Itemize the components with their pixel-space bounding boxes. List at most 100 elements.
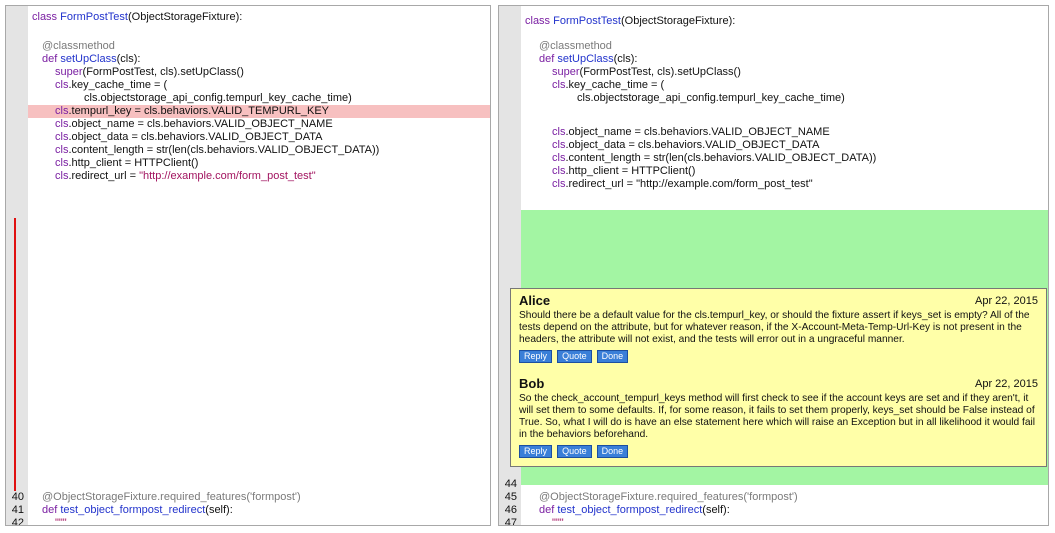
code-text: .redirect_url = <box>68 170 140 182</box>
comment-actions: Reply Quote Done <box>519 350 1038 363</box>
keyword: cls <box>55 170 69 182</box>
function-name: setUpClass <box>60 53 117 65</box>
line-number: 40 <box>11 491 24 503</box>
keyword: class <box>32 11 58 23</box>
code-text: (ObjectStorageFixture): <box>127 11 243 23</box>
comment-date: Apr 22, 2015 <box>975 295 1038 307</box>
code-line: @ObjectStorageFixture.required_features(… <box>539 491 1048 504</box>
comment: Bob Apr 22, 2015 So the check_account_te… <box>519 376 1038 458</box>
line-number: 47 <box>504 517 517 526</box>
code-text: .tempurl_key = cls.behaviors.VALID_TEMPU… <box>68 105 329 117</box>
code-line: cls.http_client = HTTPClient() <box>552 165 1048 178</box>
code-line: cls.object_name = cls.behaviors.VALID_OB… <box>552 126 1048 139</box>
keyword: cls <box>55 144 69 156</box>
code-line: super(FormPostTest, cls).setUpClass() <box>552 66 1048 79</box>
code-line: class FormPostTest(ObjectStorageFixture)… <box>32 11 490 24</box>
code-line: def test_object_formpost_redirect(self): <box>539 504 1048 517</box>
code-line: cls.content_length = str(len(cls.behavio… <box>552 152 1048 165</box>
code-text: "http://example.com/form_post_test" <box>636 178 813 190</box>
function-name: setUpClass <box>557 53 614 65</box>
code-text: .content_length = str(len(cls.behaviors.… <box>565 152 877 164</box>
decorator: @classmethod <box>539 40 612 52</box>
comment-text: Should there be a default value for the … <box>519 310 1030 345</box>
function-name: test_object_formpost_redirect <box>60 504 206 516</box>
keyword: class <box>525 15 551 27</box>
comment-author: Alice <box>519 293 551 308</box>
keyword: cls <box>55 118 69 130</box>
comment-actions: Reply Quote Done <box>519 445 1038 458</box>
decorator: @classmethod <box>42 40 115 52</box>
comment: Alice Apr 22, 2015 Should there be a def… <box>519 293 1038 363</box>
code-text: .object_name = cls.behaviors.VALID_OBJEC… <box>565 126 830 138</box>
deleted-code-line: cls.tempurl_key = cls.behaviors.VALID_TE… <box>28 105 490 118</box>
line-number: 45 <box>504 491 517 503</box>
keyword: def <box>539 53 555 65</box>
function-name: test_object_formpost_redirect <box>557 504 703 516</box>
code-line: class FormPostTest(ObjectStorageFixture)… <box>525 15 1048 28</box>
reply-button[interactable]: Reply <box>519 445 553 458</box>
code-text: .object_data = cls.behaviors.VALID_OBJEC… <box>565 139 820 151</box>
string-literal: """ <box>55 517 67 526</box>
code-line: def setUpClass(cls): <box>539 53 1048 66</box>
code-text: .content_length = str(len(cls.behaviors.… <box>68 144 380 156</box>
code-line: cls.objectstorage_api_config.tempurl_key… <box>84 92 490 105</box>
code-line: """ <box>55 517 490 526</box>
change-bar <box>14 218 16 491</box>
code-line: cls.objectstorage_api_config.tempurl_key… <box>577 92 1048 105</box>
code-line: @classmethod <box>539 40 1048 53</box>
keyword: cls <box>55 79 69 91</box>
line-number: 42 <box>11 517 24 526</box>
reply-button[interactable]: Reply <box>519 350 553 363</box>
code-text: .object_data = cls.behaviors.VALID_OBJEC… <box>68 131 323 143</box>
comment-header: Alice Apr 22, 2015 <box>519 293 1038 309</box>
keyword: cls <box>552 126 566 138</box>
comment-date: Apr 22, 2015 <box>975 378 1038 390</box>
code-line: def setUpClass(cls): <box>42 53 490 66</box>
line-number: 46 <box>504 504 517 516</box>
comment-thread: Alice Apr 22, 2015 Should there be a def… <box>510 288 1047 467</box>
keyword: cls <box>55 157 69 169</box>
string-literal: "http://example.com/form_post_test" <box>139 170 316 182</box>
code-line: def test_object_formpost_redirect(self): <box>42 504 490 517</box>
left-gutter: 40 41 42 <box>6 6 28 525</box>
code-line: cls.object_name = cls.behaviors.VALID_OB… <box>55 118 490 131</box>
code-text: (ObjectStorageFixture): <box>620 15 736 27</box>
code-text: (self): <box>205 504 233 516</box>
code-text: (cls): <box>613 53 638 65</box>
keyword: def <box>539 504 555 516</box>
done-button[interactable]: Done <box>596 350 629 363</box>
code-line: @classmethod <box>42 40 490 53</box>
code-text: .redirect_url = <box>565 178 637 190</box>
line-number: 41 <box>11 504 24 516</box>
code-text: .http_client = HTTPClient() <box>68 157 199 169</box>
left-code: class FormPostTest(ObjectStorageFixture)… <box>28 6 490 525</box>
code-text: .http_client = HTTPClient() <box>565 165 696 177</box>
decorator: @ObjectStorageFixture.required_features(… <box>539 491 798 503</box>
keyword: super <box>55 66 83 78</box>
code-text: (FormPostTest, cls).setUpClass() <box>579 66 741 78</box>
code-line: """ <box>552 517 1048 525</box>
keyword: cls <box>552 165 566 177</box>
code-text: (FormPostTest, cls).setUpClass() <box>82 66 244 78</box>
quote-button[interactable]: Quote <box>557 350 592 363</box>
keyword: cls <box>552 139 566 151</box>
keyword: cls <box>552 178 566 190</box>
class-name: FormPostTest <box>553 15 621 27</box>
keyword: super <box>552 66 580 78</box>
done-button[interactable]: Done <box>596 445 629 458</box>
keyword: cls <box>55 131 69 143</box>
quote-button[interactable]: Quote <box>557 445 592 458</box>
left-diff-pane: 40 41 42 class FormPostTest(ObjectStorag… <box>5 5 491 526</box>
code-text: (self): <box>702 504 730 516</box>
code-line: super(FormPostTest, cls).setUpClass() <box>55 66 490 79</box>
code-text: (cls): <box>116 53 141 65</box>
class-name: FormPostTest <box>60 11 128 23</box>
code-text: .object_name = cls.behaviors.VALID_OBJEC… <box>68 118 333 130</box>
code-line: cls.key_cache_time = ( <box>55 79 490 92</box>
code-line: cls.content_length = str(len(cls.behavio… <box>55 144 490 157</box>
keyword: def <box>42 504 58 516</box>
code-text: cls.objectstorage_api_config.tempurl_key… <box>84 92 352 104</box>
keyword: cls <box>55 105 69 117</box>
comment-header: Bob Apr 22, 2015 <box>519 376 1038 392</box>
keyword: cls <box>552 152 566 164</box>
